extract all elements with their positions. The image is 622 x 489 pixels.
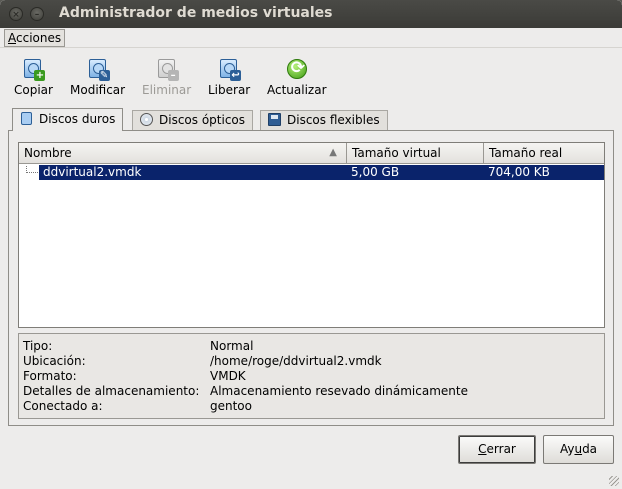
menu-acciones[interactable]: Acciones <box>4 29 66 47</box>
sort-ascending-icon: ▲ <box>329 147 337 158</box>
column-header-actual-size[interactable]: Tamaño real <box>484 143 604 164</box>
column-actual-size-label: Tamaño real <box>489 146 563 160</box>
tab-optical-disks[interactable]: Discos ópticos <box>132 110 254 130</box>
menu-acciones-mnemonic: A <box>8 31 16 45</box>
table-header: Nombre ▲ Tamaño virtual Tamaño real <box>19 143 604 164</box>
refresh-button[interactable]: Actualizar <box>267 58 327 97</box>
hard-disk-icon <box>20 112 33 125</box>
delete-disk-icon: – <box>156 58 179 81</box>
close-button-label: errar <box>486 442 516 456</box>
detail-label-format: Formato: <box>23 369 77 383</box>
detail-label-location: Ubicación: <box>23 354 86 368</box>
release-label: Liberar <box>208 83 251 97</box>
title-bar[interactable]: × – Administrador de medios virtuales <box>0 0 622 28</box>
help-button-mnemonic: u <box>574 442 583 456</box>
minimize-window-icon[interactable]: – <box>30 7 44 21</box>
tab-panel-hard-disks: Nombre ▲ Tamaño virtual Tamaño real ddvi… <box>8 130 614 426</box>
release-button[interactable]: ↩ Liberar <box>208 58 250 97</box>
cell-virtual-size: 5,00 GB <box>351 165 400 179</box>
detail-label-attached: Conectado a: <box>23 399 103 413</box>
close-window-icon[interactable]: × <box>9 7 23 21</box>
details-panel: Tipo: Normal Ubicación: /home/roge/ddvir… <box>18 333 605 419</box>
media-list[interactable]: Nombre ▲ Tamaño virtual Tamaño real ddvi… <box>18 142 605 328</box>
detail-value-storage: Almacenamiento resevado dinámicamente <box>210 384 468 398</box>
modify-label: Modificar <box>70 83 126 97</box>
column-header-name[interactable]: Nombre ▲ <box>19 143 347 164</box>
tree-branch-line <box>26 166 38 173</box>
table-row[interactable]: ddvirtual2.vmdk 5,00 GB 704,00 KB <box>19 165 604 180</box>
delete-button[interactable]: – Eliminar <box>142 58 191 97</box>
help-button-label: da <box>582 442 598 456</box>
release-disk-icon: ↩ <box>218 58 242 81</box>
toolbar: + Copiar ✎ Modificar – Eliminar ↩ Libera… <box>0 52 622 100</box>
close-button-mnemonic: C <box>478 442 487 456</box>
copy-disk-icon: + <box>22 58 46 81</box>
detail-value-type: Normal <box>210 339 254 353</box>
modify-button[interactable]: ✎ Modificar <box>70 58 125 97</box>
tab-hard-disks[interactable]: Discos duros <box>12 108 124 131</box>
selected-row-highlight: ddvirtual2.vmdk 5,00 GB 704,00 KB <box>39 165 604 180</box>
detail-value-location: /home/roge/ddvirtual2.vmdk <box>210 354 382 368</box>
detail-value-format: VMDK <box>210 369 246 383</box>
detail-label-storage: Detalles de almacenamiento: <box>23 384 200 398</box>
cell-name: ddvirtual2.vmdk <box>43 165 142 179</box>
window-title: Administrador de medios virtuales <box>59 5 333 21</box>
copy-button[interactable]: + Copiar <box>14 58 53 97</box>
column-name-label: Nombre <box>24 146 72 160</box>
modify-disk-icon: ✎ <box>87 58 110 81</box>
menu-acciones-label: cciones <box>16 31 62 45</box>
refresh-icon <box>286 58 308 80</box>
column-virtual-size-label: Tamaño virtual <box>352 146 441 160</box>
tab-floppy-disks-label: Discos flexibles <box>287 113 380 127</box>
close-button[interactable]: Cerrar <box>458 435 536 464</box>
floppy-disk-icon <box>268 113 281 126</box>
cell-actual-size: 704,00 KB <box>488 165 550 179</box>
detail-label-type: Tipo: <box>23 339 53 353</box>
tab-floppy-disks[interactable]: Discos flexibles <box>260 110 388 130</box>
delete-label: Eliminar <box>142 83 192 97</box>
optical-disc-icon <box>140 113 153 126</box>
media-manager-window: × – Administrador de medios virtuales Ac… <box>0 0 622 489</box>
resize-grip-icon[interactable] <box>609 476 619 486</box>
menu-bar: Acciones <box>0 28 622 48</box>
help-button-prefix: Ay <box>559 442 575 456</box>
help-button[interactable]: Ayuda <box>543 435 614 464</box>
tab-hard-disks-label: Discos duros <box>39 112 116 126</box>
tab-optical-disks-label: Discos ópticos <box>159 113 246 127</box>
refresh-label: Actualizar <box>267 83 327 97</box>
copy-label: Copiar <box>14 83 53 97</box>
column-header-virtual-size[interactable]: Tamaño virtual <box>347 143 484 164</box>
detail-value-attached: gentoo <box>210 399 252 413</box>
